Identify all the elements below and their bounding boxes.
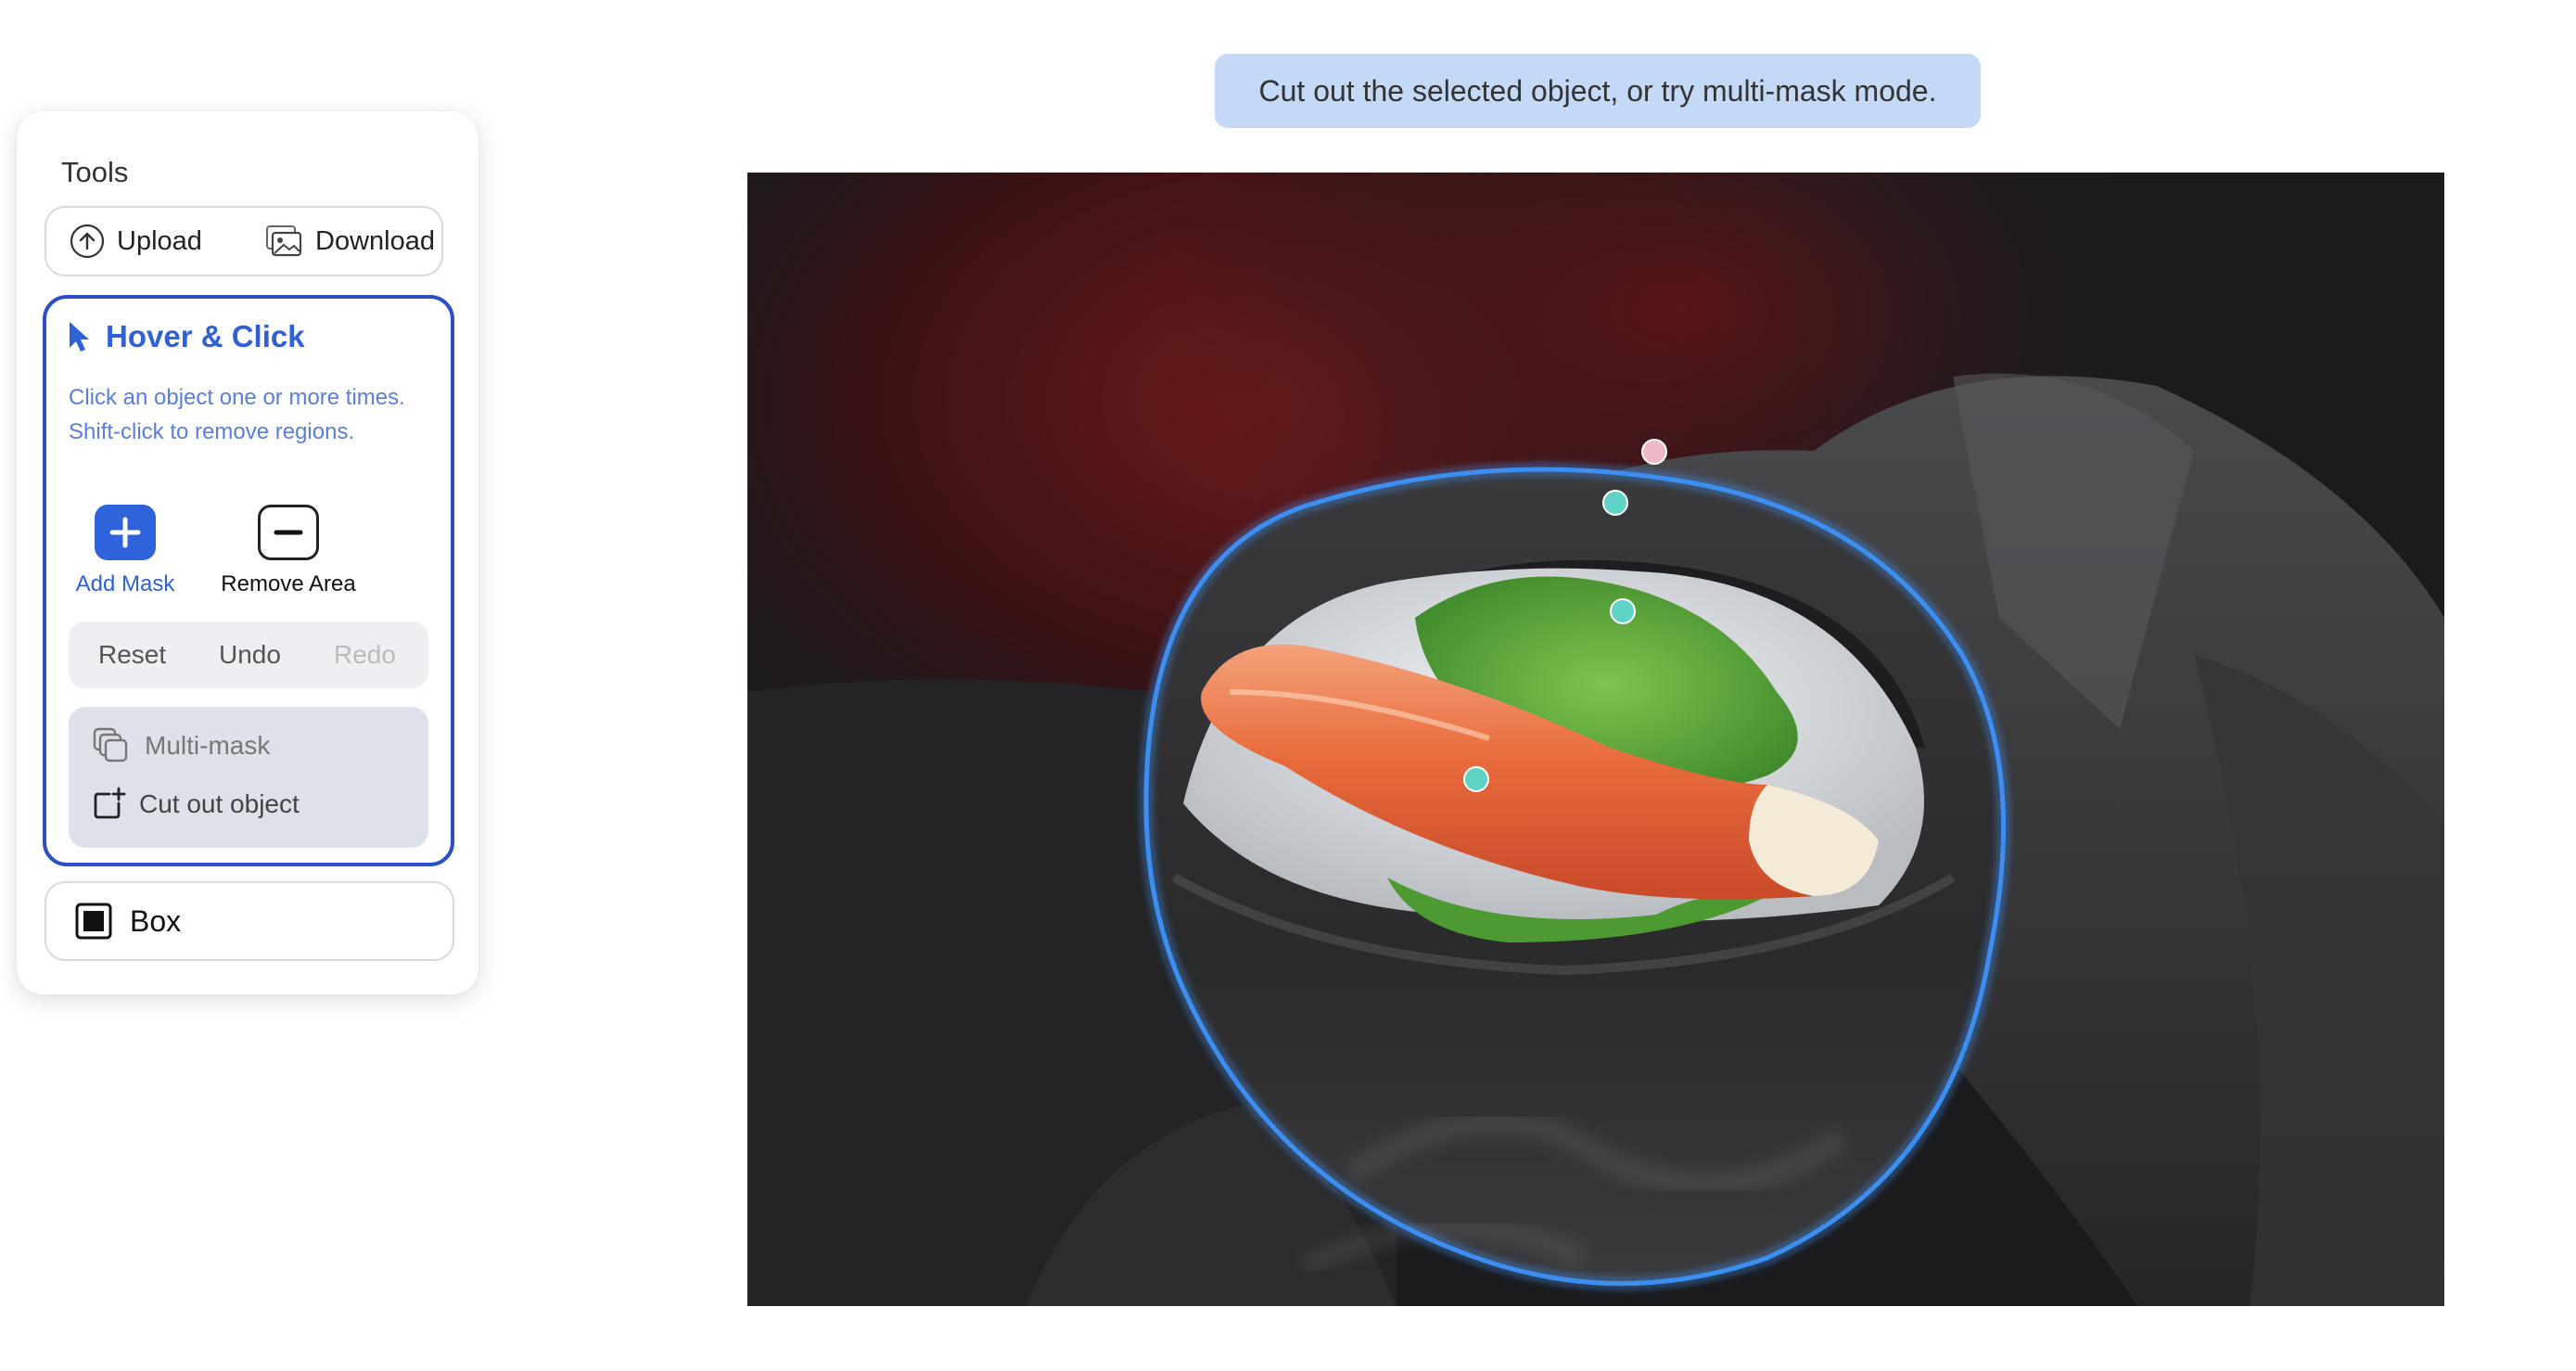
tools-title: Tools	[61, 156, 129, 188]
remove-area-label: Remove Area	[221, 571, 356, 596]
box-label: Box	[130, 903, 182, 938]
minus-icon	[258, 505, 319, 560]
box-icon	[75, 903, 112, 940]
download-icon	[266, 225, 302, 257]
plus-icon	[95, 505, 156, 560]
negative-point[interactable]	[1641, 439, 1667, 465]
positive-point[interactable]	[1610, 598, 1636, 624]
multi-mask-button[interactable]: Multi-mask	[91, 725, 270, 766]
instruction-hint: Cut out the selected object, or try mult…	[1215, 54, 1981, 128]
multi-mask-label: Multi-mask	[145, 731, 271, 760]
redo-button[interactable]: Redo	[334, 640, 396, 670]
hover-click-description: Click an object one or more times. Shift…	[69, 385, 405, 444]
tools-panel: Tools Upload Download Hover & Click Clic…	[17, 111, 478, 994]
download-label: Download	[315, 225, 435, 256]
history-controls: Reset Undo Redo	[69, 621, 428, 688]
add-mask-label: Add Mask	[75, 571, 175, 596]
upload-icon	[70, 224, 105, 259]
mask-actions: Multi-mask Cut out object	[69, 707, 428, 848]
positive-point[interactable]	[1602, 490, 1628, 516]
cut-out-object-button[interactable]: Cut out object	[91, 787, 300, 822]
undo-button[interactable]: Undo	[219, 640, 281, 670]
multi-mask-icon	[93, 727, 128, 762]
hover-click-label: Hover & Click	[106, 319, 305, 353]
hover-click-tool[interactable]: Hover & Click Click an object one or mor…	[43, 295, 454, 866]
box-tool-button[interactable]: Box	[45, 881, 454, 961]
cursor-icon	[70, 322, 89, 352]
segmentation-image[interactable]	[747, 173, 2444, 1306]
image-canvas[interactable]	[747, 173, 2444, 1306]
add-mask-button[interactable]: Add Mask	[46, 505, 204, 597]
upload-button[interactable]: Upload	[69, 208, 202, 275]
reset-button[interactable]: Reset	[98, 640, 166, 670]
file-toolbar: Upload Download	[45, 206, 443, 276]
positive-point[interactable]	[1463, 766, 1489, 792]
download-button[interactable]: Download	[263, 208, 435, 275]
cut-out-icon	[94, 787, 126, 819]
cut-out-label: Cut out object	[139, 789, 300, 818]
remove-area-button[interactable]: Remove Area	[210, 505, 367, 597]
upload-label: Upload	[117, 225, 202, 256]
hover-click-title: Hover & Click	[67, 319, 305, 354]
